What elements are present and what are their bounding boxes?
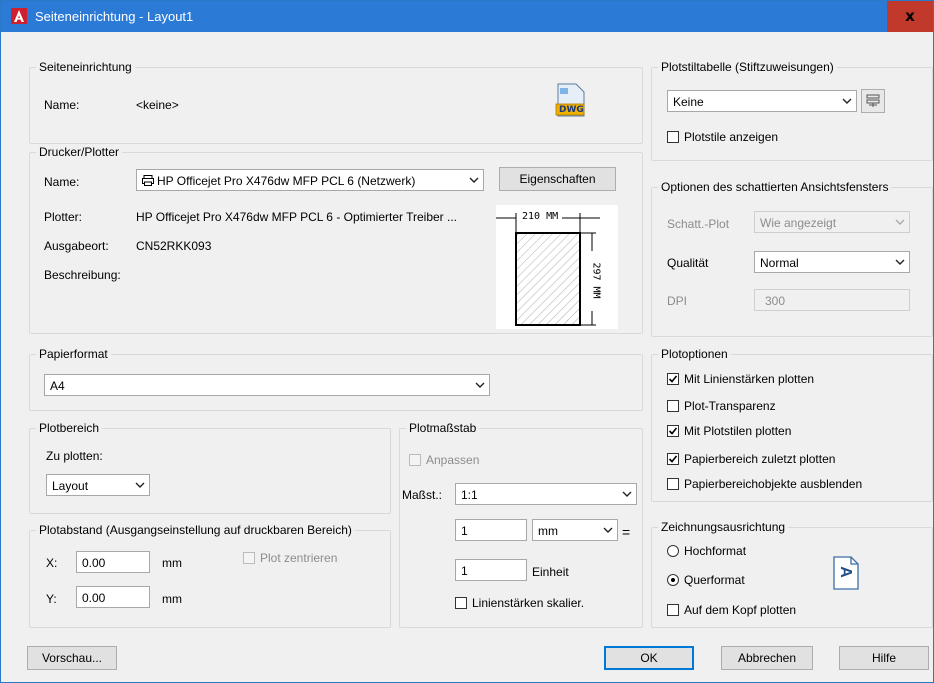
- plot-area-legend: Plotbereich: [36, 421, 103, 435]
- paper-size-select[interactable]: A4: [44, 374, 490, 396]
- help-button[interactable]: Hilfe: [839, 646, 929, 670]
- shade-plot-value: Wie angezeigt: [760, 216, 837, 230]
- chevron-down-icon: [895, 259, 905, 265]
- plot-offset-legend: Plotabstand (Ausgangseinstellung auf dru…: [36, 523, 355, 537]
- dpi-label: DPI: [667, 294, 688, 308]
- close-button[interactable]: x: [887, 1, 933, 32]
- plot-what-label: Zu plotten:: [46, 449, 103, 463]
- plot-style-table-select[interactable]: Keine: [667, 90, 857, 112]
- properties-button[interactable]: Eigenschaften: [499, 167, 616, 191]
- drawing-orientation-group: Zeichnungsausrichtung Hochformat Querfor…: [651, 520, 933, 628]
- shade-plot-label: Schatt.-Plot: [667, 217, 730, 231]
- plot-style-table-group: Plotstiltabelle (Stiftzuweisungen) Keine…: [651, 60, 933, 161]
- checkmark-icon: [668, 427, 678, 435]
- paper-size-group: Papierformat A4: [29, 347, 643, 411]
- checkmark-icon: [668, 455, 678, 463]
- shade-plot-select[interactable]: Wie angezeigt: [754, 211, 910, 233]
- offset-x-label: X:: [46, 556, 58, 570]
- chevron-down-icon: [135, 482, 145, 488]
- paper-height-label: 297 MM: [590, 262, 602, 299]
- plotter-value: HP Officejet Pro X476dw MFP PCL 6 - Opti…: [136, 210, 458, 224]
- quality-select[interactable]: Normal: [754, 251, 910, 273]
- equals-sign: =: [622, 524, 631, 540]
- offset-y-input[interactable]: 0.00: [76, 586, 150, 608]
- plot-style-edit-icon: [866, 94, 880, 107]
- offset-x-input[interactable]: 0.00: [76, 551, 150, 573]
- page-setup-name-value: <keine>: [136, 98, 179, 112]
- chevron-down-icon: [469, 177, 479, 183]
- scale-value1-input[interactable]: 1: [455, 519, 527, 541]
- scale-label: Maßst.:: [402, 488, 443, 502]
- plot-area-group: Plotbereich Zu plotten: Layout: [29, 421, 391, 514]
- quality-label: Qualität: [667, 256, 709, 270]
- plot-scale-group: Plotmaßstab Anpassen Maßst.: 1:1 1 mm = …: [399, 421, 643, 628]
- quality-value: Normal: [760, 256, 799, 270]
- paper-size-legend: Papierformat: [36, 347, 111, 361]
- plot-options-group: Plotoptionen Mit Linienstärken plotten P…: [651, 347, 933, 502]
- paper-width-label: 210 MM: [522, 211, 559, 222]
- orientation-preview-icon: A: [833, 556, 859, 590]
- offset-y-unit: mm: [162, 592, 182, 606]
- ok-button[interactable]: OK: [604, 646, 694, 670]
- dwg-file-icon: DWG: [554, 82, 586, 118]
- page-setup-dialog: Seiteneinrichtung - Layout1 x Seiteneinr…: [0, 0, 934, 683]
- printer-group: Drucker/Plotter Name: HP Officejet Pro X…: [29, 145, 643, 334]
- page-setup-legend: Seiteneinrichtung: [36, 60, 135, 74]
- drawing-orientation-legend: Zeichnungsausrichtung: [658, 520, 789, 534]
- printer-select-value: HP Officejet Pro X476dw MFP PCL 6 (Netzw…: [157, 174, 416, 188]
- cancel-button[interactable]: Abbrechen: [721, 646, 813, 670]
- chevron-down-icon: [895, 219, 905, 225]
- plot-style-table-value: Keine: [673, 95, 704, 109]
- scale-unit-select[interactable]: mm: [532, 519, 618, 541]
- plot-what-select[interactable]: Layout: [46, 474, 150, 496]
- chevron-down-icon: [842, 98, 852, 104]
- offset-y-label: Y:: [46, 592, 57, 606]
- offset-x-unit: mm: [162, 556, 182, 570]
- plot-style-table-legend: Plotstiltabelle (Stiftzuweisungen): [658, 60, 837, 74]
- page-setup-name-label: Name:: [44, 98, 80, 112]
- paper-preview: 210 MM 297 MM: [496, 205, 618, 329]
- dpi-input[interactable]: 300: [754, 289, 910, 311]
- printer-select[interactable]: HP Officejet Pro X476dw MFP PCL 6 (Netzw…: [136, 169, 484, 191]
- orientation-glyph: A: [836, 566, 854, 578]
- plot-offset-group: Plotabstand (Ausgangseinstellung auf dru…: [29, 523, 391, 628]
- preview-button[interactable]: Vorschau...: [27, 646, 117, 670]
- printer-name-label: Name:: [44, 175, 80, 189]
- location-label: Ausgabeort:: [44, 239, 109, 253]
- scale-unit2-label: Einheit: [532, 565, 569, 579]
- scale-value: 1:1: [461, 488, 478, 502]
- autocad-logo-icon: [11, 8, 27, 24]
- chevron-down-icon: [475, 382, 485, 388]
- page-setup-group: Seiteneinrichtung Name: <keine> DWG: [29, 60, 643, 144]
- location-value: CN52RKK093: [136, 239, 212, 253]
- plotter-label: Plotter:: [44, 210, 83, 224]
- printer-legend: Drucker/Plotter: [36, 145, 123, 159]
- scale-unit-value: mm: [538, 524, 558, 538]
- shaded-viewport-group: Optionen des schattierten Ansichtsfenste…: [651, 180, 933, 337]
- window-title: Seiteneinrichtung - Layout1: [35, 9, 194, 24]
- scale-select[interactable]: 1:1: [455, 483, 637, 505]
- chevron-down-icon: [603, 527, 613, 533]
- plot-options-legend: Plotoptionen: [658, 347, 731, 361]
- shaded-viewport-legend: Optionen des schattierten Ansichtsfenste…: [658, 180, 892, 194]
- printer-icon: [142, 175, 154, 186]
- scale-value2-input[interactable]: 1: [455, 559, 527, 581]
- checkmark-icon: [668, 375, 678, 383]
- plot-what-value: Layout: [52, 479, 89, 493]
- paper-size-value: A4: [50, 379, 65, 393]
- description-label: Beschreibung:: [44, 268, 121, 282]
- title-bar[interactable]: Seiteneinrichtung - Layout1 x: [1, 1, 933, 32]
- chevron-down-icon: [622, 491, 632, 497]
- dwg-badge-text: DWG: [559, 105, 584, 115]
- plot-scale-legend: Plotmaßstab: [406, 421, 480, 435]
- edit-plot-style-button[interactable]: [861, 89, 885, 113]
